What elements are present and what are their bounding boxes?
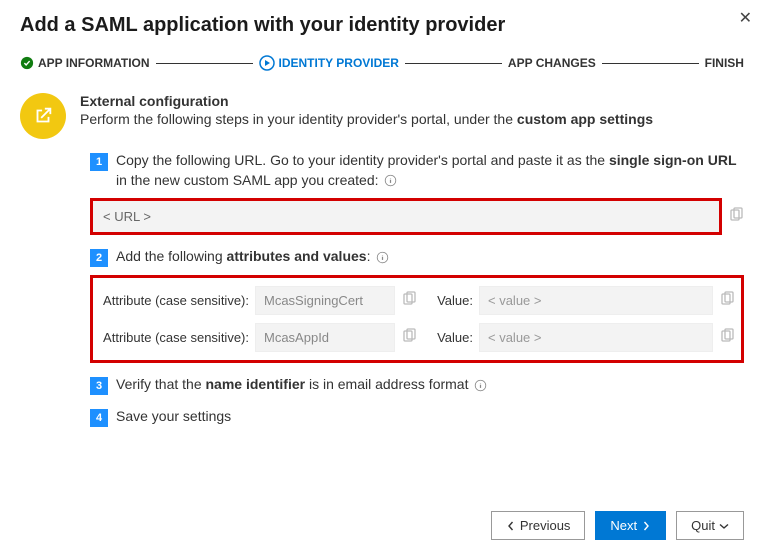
attribute-2-value[interactable]: < value > <box>479 323 713 352</box>
chevron-right-icon <box>641 521 651 531</box>
step-3-text: Verify that the name identifier is in em… <box>116 375 744 395</box>
step-number-2: 2 <box>90 249 108 267</box>
rail <box>405 63 502 64</box>
step-number-1: 1 <box>90 153 108 171</box>
attributes-box: Attribute (case sensitive): McasSigningC… <box>90 275 744 363</box>
rail <box>602 63 699 64</box>
step-4-text: Save your settings <box>116 407 744 427</box>
attribute-1-name[interactable]: McasSigningCert <box>255 286 395 315</box>
copy-icon[interactable] <box>728 207 744 226</box>
next-button[interactable]: Next <box>595 511 666 540</box>
copy-icon[interactable] <box>719 328 735 347</box>
step-number-3: 3 <box>90 377 108 395</box>
attribute-2-name[interactable]: McasAppId <box>255 323 395 352</box>
sso-url-field[interactable]: < URL > <box>90 198 722 235</box>
chevron-left-icon <box>506 521 516 531</box>
info-icon[interactable] <box>474 379 487 392</box>
external-config-heading: External configuration <box>80 93 653 109</box>
step-2-text: Add the following attributes and values: <box>116 247 744 267</box>
check-icon <box>20 56 34 70</box>
close-icon[interactable]: ✕ <box>739 8 752 28</box>
step-1-text: Copy the following URL. Go to your ident… <box>116 151 744 190</box>
step-app-information: APP INFORMATION <box>20 56 150 70</box>
copy-icon[interactable] <box>719 291 735 310</box>
step-identity-provider: IDENTITY PROVIDER <box>259 55 399 71</box>
value-label: Value: <box>423 293 473 308</box>
step-finish: FINISH <box>705 56 744 70</box>
copy-icon[interactable] <box>401 291 417 310</box>
rail <box>156 63 253 64</box>
step-app-changes: APP CHANGES <box>508 56 596 70</box>
value-label: Value: <box>423 330 473 345</box>
wizard-steps: APP INFORMATION IDENTITY PROVIDER APP CH… <box>20 55 744 71</box>
info-icon[interactable] <box>384 174 397 187</box>
attribute-label: Attribute (case sensitive): <box>99 330 249 345</box>
chevron-down-icon <box>719 521 729 531</box>
external-link-icon <box>20 93 66 139</box>
external-config-desc: Perform the following steps in your iden… <box>80 111 653 127</box>
previous-button[interactable]: Previous <box>491 511 586 540</box>
current-step-icon <box>259 55 275 71</box>
attribute-1-value[interactable]: < value > <box>479 286 713 315</box>
attribute-label: Attribute (case sensitive): <box>99 293 249 308</box>
info-icon[interactable] <box>376 251 389 264</box>
copy-icon[interactable] <box>401 328 417 347</box>
quit-button[interactable]: Quit <box>676 511 744 540</box>
step-number-4: 4 <box>90 409 108 427</box>
dialog-title: Add a SAML application with your identit… <box>20 14 744 37</box>
